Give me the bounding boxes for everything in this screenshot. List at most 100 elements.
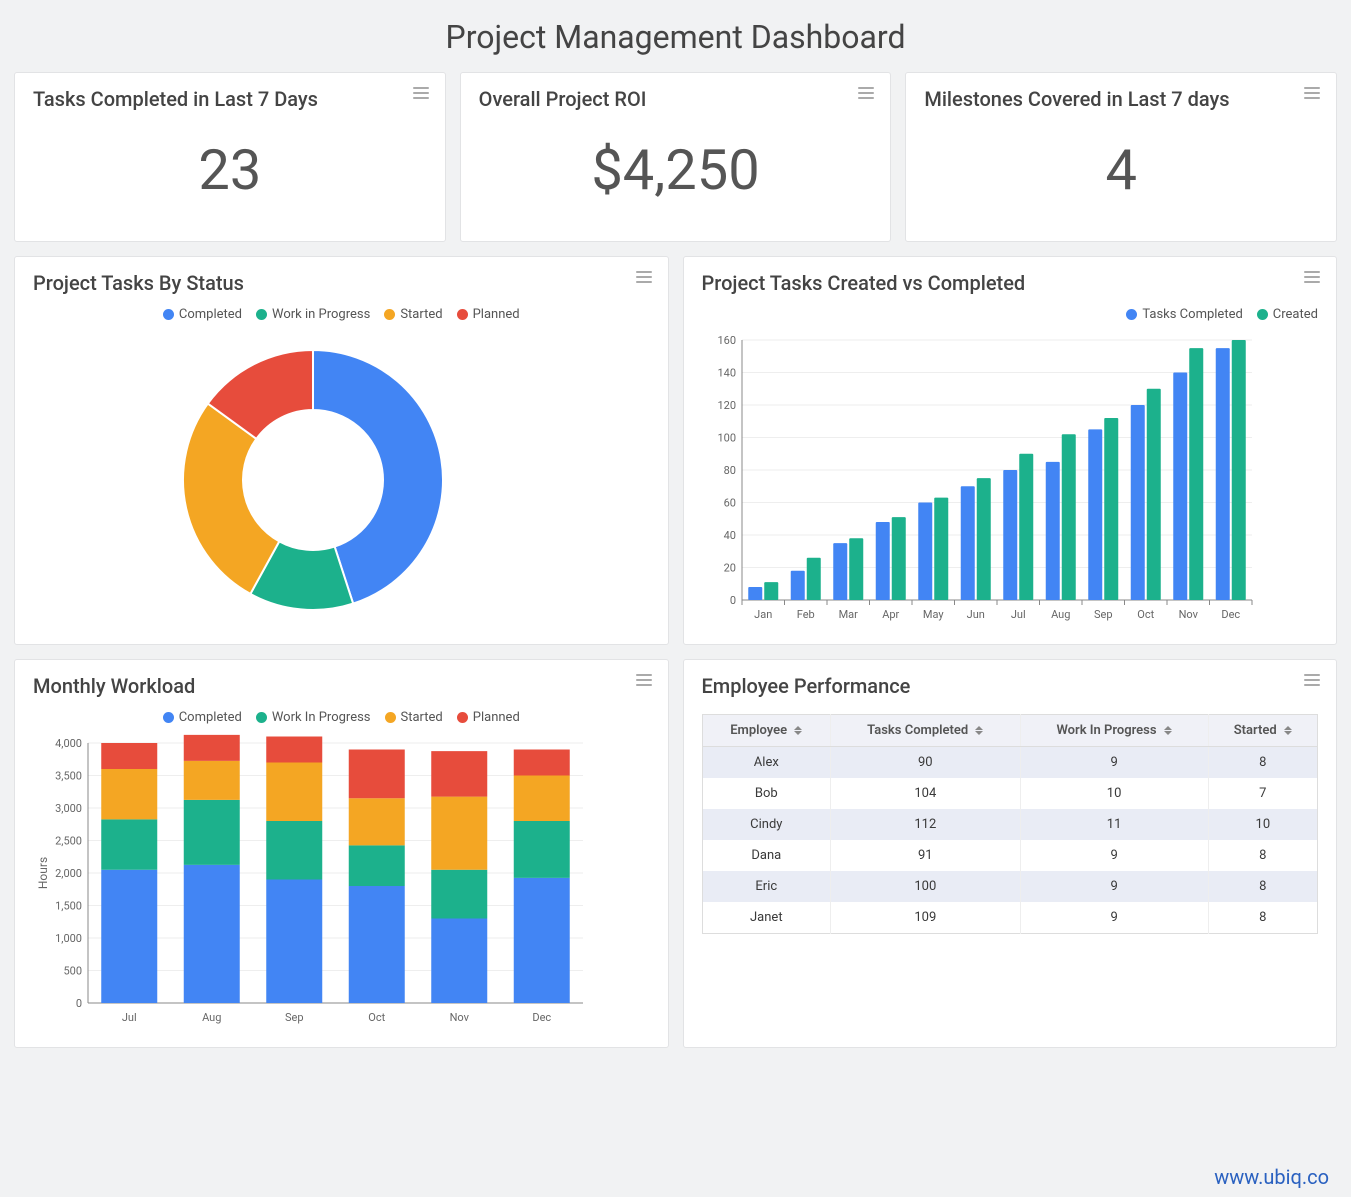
table-header[interactable]: Work In Progress bbox=[1020, 715, 1208, 747]
bar[interactable] bbox=[849, 538, 863, 600]
donut-slice[interactable] bbox=[183, 404, 279, 594]
bar[interactable] bbox=[1215, 348, 1229, 600]
bar-segment[interactable] bbox=[349, 750, 405, 799]
svg-text:Apr: Apr bbox=[882, 608, 899, 621]
legend-dot-icon bbox=[163, 712, 174, 723]
bar-segment[interactable] bbox=[349, 798, 405, 845]
cell-started: 8 bbox=[1208, 840, 1317, 871]
bar[interactable] bbox=[790, 571, 804, 600]
bar-segment[interactable] bbox=[514, 821, 570, 878]
sort-icon[interactable] bbox=[1284, 726, 1292, 735]
bar-segment[interactable] bbox=[184, 761, 240, 800]
legend-item[interactable]: Planned bbox=[457, 307, 520, 322]
bar[interactable] bbox=[1130, 405, 1144, 600]
hamburger-icon[interactable] bbox=[858, 87, 874, 99]
bar[interactable] bbox=[833, 543, 847, 600]
bar-segment[interactable] bbox=[514, 776, 570, 822]
legend-item[interactable]: Started bbox=[385, 710, 443, 725]
cell-completed: 104 bbox=[831, 778, 1020, 809]
bar[interactable] bbox=[960, 486, 974, 600]
bar[interactable] bbox=[1061, 434, 1075, 600]
legend-item[interactable]: Started bbox=[384, 307, 442, 322]
employee-table: Employee Tasks Completed Work In Progres… bbox=[702, 714, 1319, 934]
bar[interactable] bbox=[1231, 340, 1245, 600]
bar-segment[interactable] bbox=[101, 743, 157, 769]
bar-segment[interactable] bbox=[101, 819, 157, 869]
bar-segment[interactable] bbox=[184, 735, 240, 761]
bar-segment[interactable] bbox=[184, 865, 240, 1003]
legend-item[interactable]: Completed bbox=[163, 307, 242, 322]
hamburger-icon[interactable] bbox=[1304, 271, 1320, 283]
bar[interactable] bbox=[976, 478, 990, 600]
cell-completed: 100 bbox=[831, 871, 1020, 902]
bar[interactable] bbox=[891, 517, 905, 600]
bar[interactable] bbox=[1189, 348, 1203, 600]
hamburger-icon[interactable] bbox=[1304, 87, 1320, 99]
card-title: Monthly Workload bbox=[33, 674, 650, 698]
kpi-title: Milestones Covered in Last 7 days bbox=[924, 87, 1318, 111]
bar-segment[interactable] bbox=[514, 750, 570, 776]
bar[interactable] bbox=[875, 522, 889, 600]
bar-segment[interactable] bbox=[431, 919, 487, 1004]
svg-text:Mar: Mar bbox=[838, 608, 858, 621]
bar[interactable] bbox=[918, 503, 932, 601]
hamburger-icon[interactable] bbox=[1304, 674, 1320, 686]
svg-text:0: 0 bbox=[729, 594, 735, 607]
legend-item[interactable]: Tasks Completed bbox=[1126, 307, 1242, 322]
bar-segment[interactable] bbox=[514, 878, 570, 1003]
bar[interactable] bbox=[764, 582, 778, 600]
cell-started: 7 bbox=[1208, 778, 1317, 809]
bar[interactable] bbox=[1146, 389, 1160, 600]
legend-item[interactable]: Planned bbox=[457, 710, 520, 725]
hamburger-icon[interactable] bbox=[636, 271, 652, 283]
bar[interactable] bbox=[934, 498, 948, 600]
svg-text:80: 80 bbox=[723, 464, 735, 477]
bar-segment[interactable] bbox=[184, 800, 240, 865]
cell-completed: 109 bbox=[831, 902, 1020, 934]
legend-dot-icon bbox=[256, 309, 267, 320]
bar[interactable] bbox=[1088, 429, 1102, 600]
bar[interactable] bbox=[806, 558, 820, 600]
legend-item[interactable]: Created bbox=[1257, 307, 1318, 322]
svg-text:20: 20 bbox=[723, 562, 735, 575]
bar-segment[interactable] bbox=[266, 880, 322, 1004]
bar-segment[interactable] bbox=[266, 763, 322, 822]
svg-text:Jun: Jun bbox=[966, 608, 984, 621]
legend-item[interactable]: Completed bbox=[163, 710, 242, 725]
hamburger-icon[interactable] bbox=[636, 674, 652, 686]
table-header[interactable]: Tasks Completed bbox=[831, 715, 1020, 747]
sort-icon[interactable] bbox=[794, 726, 802, 735]
bar[interactable] bbox=[1019, 454, 1033, 600]
svg-text:500: 500 bbox=[63, 965, 82, 978]
table-header[interactable]: Started bbox=[1208, 715, 1317, 747]
kpi-title: Overall Project ROI bbox=[479, 87, 873, 111]
bar-segment[interactable] bbox=[431, 870, 487, 919]
bar-segment[interactable] bbox=[266, 737, 322, 763]
legend-label: Work in Progress bbox=[272, 307, 370, 322]
bar-segment[interactable] bbox=[101, 769, 157, 819]
sort-icon[interactable] bbox=[1164, 726, 1172, 735]
bar-segment[interactable] bbox=[101, 870, 157, 1003]
legend-item[interactable]: Work In Progress bbox=[256, 710, 371, 725]
hamburger-icon[interactable] bbox=[413, 87, 429, 99]
legend-dot-icon bbox=[385, 712, 396, 723]
bar-segment[interactable] bbox=[266, 821, 322, 880]
svg-text:140: 140 bbox=[717, 367, 736, 380]
bar[interactable] bbox=[1003, 470, 1017, 600]
cell-completed: 90 bbox=[831, 747, 1020, 779]
bar-segment[interactable] bbox=[431, 797, 487, 870]
bar[interactable] bbox=[1173, 373, 1187, 601]
sort-icon[interactable] bbox=[975, 726, 983, 735]
legend-item[interactable]: Work in Progress bbox=[256, 307, 370, 322]
bar-segment[interactable] bbox=[349, 845, 405, 886]
table-header[interactable]: Employee bbox=[702, 715, 831, 747]
bar-segment[interactable] bbox=[349, 886, 405, 1003]
legend-dot-icon bbox=[1126, 309, 1137, 320]
bar[interactable] bbox=[1104, 418, 1118, 600]
bar-segment[interactable] bbox=[431, 751, 487, 797]
bar[interactable] bbox=[1045, 462, 1059, 600]
kpi-card: Milestones Covered in Last 7 days 4 bbox=[905, 72, 1337, 242]
svg-text:60: 60 bbox=[723, 497, 735, 510]
bar[interactable] bbox=[748, 587, 762, 600]
cell-wip: 9 bbox=[1020, 840, 1208, 871]
